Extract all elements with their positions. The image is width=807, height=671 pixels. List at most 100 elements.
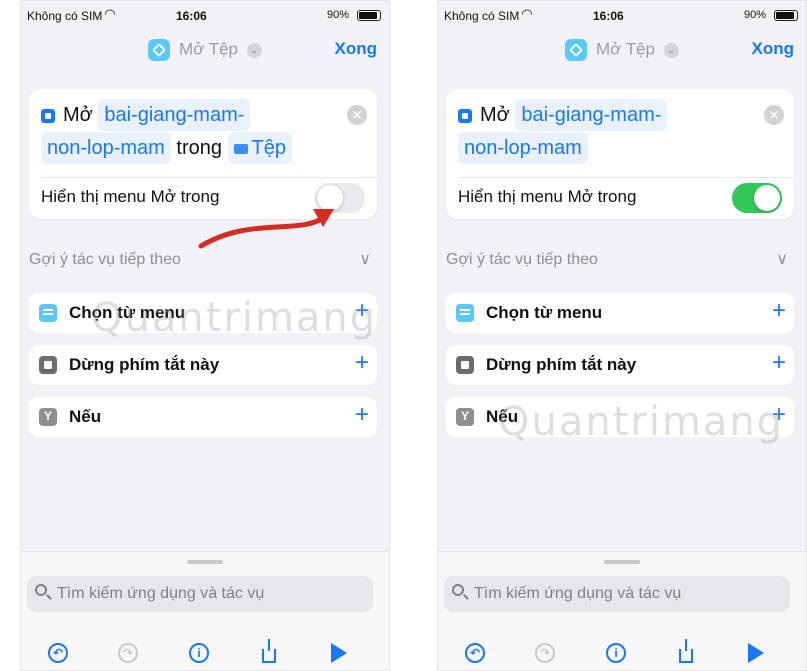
editor-toolbar: ↶ ↷ i <box>21 638 389 668</box>
clear-parameter-button[interactable]: ✕ <box>764 105 784 125</box>
wifi-icon: ◠ <box>105 6 115 21</box>
shortcut-app-icon <box>148 39 171 61</box>
watermark-logo: Quantrimang <box>498 399 785 445</box>
status-bar: Không có SIM ◠ 16:06 90% <box>21 1 389 29</box>
battery-icon <box>774 10 798 21</box>
chevron-down-icon: ∨ <box>776 251 788 268</box>
action-connector: trong <box>176 137 222 159</box>
suggestions-header[interactable]: Gợi ý tác vụ tiếp theo ∨ <box>446 251 788 269</box>
watermark-logo: Quantrimang <box>91 295 378 341</box>
phone-screen-after: Không có SIM ◠ 16:06 90% Mở Tệp ⌄ Xong M… <box>437 0 807 671</box>
carrier-label: Không có SIM <box>27 9 103 23</box>
info-button[interactable]: i <box>601 638 631 668</box>
battery-percent: 90% <box>743 9 766 21</box>
action-line-2: non-lop-mam <box>458 132 754 164</box>
undo-icon: ↶ <box>465 642 485 663</box>
suggestion-if[interactable]: Nếu + <box>29 397 377 437</box>
suggestion-label: Nếu <box>69 407 102 426</box>
search-placeholder: Tìm kiếm ứng dụng và tác vụ <box>474 585 682 602</box>
info-button[interactable]: i <box>184 638 214 668</box>
clock: 16:06 <box>176 9 207 23</box>
undo-button[interactable]: ↶ <box>460 638 490 668</box>
sheet-grabber[interactable] <box>187 560 223 564</box>
search-placeholder: Tìm kiếm ứng dụng và tác vụ <box>57 585 265 602</box>
action-line-1: Mở bai-giang-mam- <box>458 99 754 131</box>
suggestion-choose-from-menu[interactable]: Chọn từ menu + <box>446 293 794 333</box>
share-button[interactable] <box>671 638 701 668</box>
battery-percent: 90% <box>326 9 349 21</box>
file-parameter-continued[interactable]: non-lop-mam <box>41 132 171 164</box>
action-line-2: non-lop-mam trong Tệp <box>41 132 337 164</box>
phone-screen-before: Không có SIM ◠ 16:06 90% Mở Tệp ⌄ Xong M… <box>20 0 390 671</box>
toggle-knob <box>754 185 780 211</box>
bottom-sheet: Tìm kiếm ứng dụng và tác vụ ↶ ↷ i <box>438 551 806 670</box>
navigation-bar: Mở Tệp ⌄ Xong <box>21 29 389 73</box>
clear-parameter-button[interactable]: ✕ <box>347 105 367 125</box>
stop-icon <box>456 356 474 374</box>
if-icon <box>456 408 474 426</box>
wifi-icon: ◠ <box>522 6 532 21</box>
editor-toolbar: ↶ ↷ i <box>438 638 806 668</box>
show-open-in-menu-row: Hiển thị menu Mở trong <box>458 181 782 215</box>
play-icon <box>748 642 764 663</box>
if-icon <box>39 408 57 426</box>
chevron-down-icon: ∨ <box>359 251 371 268</box>
add-icon[interactable]: + <box>772 297 786 325</box>
shortcut-title-text: Mở Tệp <box>595 39 656 59</box>
divider <box>458 177 794 178</box>
search-icon <box>35 584 47 596</box>
battery-icon <box>357 10 381 21</box>
shortcut-app-icon <box>565 39 588 61</box>
open-action-icon <box>458 108 472 123</box>
share-button[interactable] <box>254 638 284 668</box>
play-icon <box>331 642 347 663</box>
chevron-down-icon: ⌄ <box>246 42 262 58</box>
sheet-grabber[interactable] <box>604 560 640 564</box>
undo-button[interactable]: ↶ <box>43 638 73 668</box>
suggestion-label: Chọn từ menu <box>486 303 603 322</box>
file-parameter[interactable]: bai-giang-mam- <box>515 99 668 131</box>
file-parameter[interactable]: bai-giang-mam- <box>98 99 251 131</box>
divider <box>41 177 377 178</box>
shortcut-title-text: Mở Tệp <box>178 39 239 59</box>
add-icon[interactable]: + <box>355 401 369 429</box>
bottom-sheet: Tìm kiếm ứng dụng và tác vụ ↶ ↷ i <box>21 551 389 670</box>
suggestion-label: Dừng phím tắt này <box>486 355 637 374</box>
share-icon <box>679 638 693 663</box>
toggle-label: Hiển thị menu Mở trong <box>458 187 637 206</box>
show-open-in-toggle[interactable] <box>732 183 782 213</box>
open-action-icon <box>41 108 55 123</box>
suggestions-header[interactable]: Gợi ý tác vụ tiếp theo ∨ <box>29 251 371 269</box>
suggestions-header-label: Gợi ý tác vụ tiếp theo <box>446 251 598 268</box>
redo-icon: ↷ <box>118 642 138 663</box>
action-verb: Mở <box>63 104 93 126</box>
suggestions-header-label: Gợi ý tác vụ tiếp theo <box>29 251 181 268</box>
done-button[interactable]: Xong <box>752 39 795 59</box>
open-file-action-card: Mở bai-giang-mam- non-lop-mam ✕ Hiển thị… <box>446 89 794 219</box>
add-icon[interactable]: + <box>772 349 786 377</box>
navigation-bar: Mở Tệp ⌄ Xong <box>438 29 806 73</box>
action-line-1: Mở bai-giang-mam- <box>41 99 337 131</box>
search-input[interactable]: Tìm kiếm ứng dụng và tác vụ <box>444 576 790 612</box>
menu-icon <box>456 304 474 322</box>
share-icon <box>262 638 276 663</box>
clock: 16:06 <box>593 9 624 23</box>
carrier-label: Không có SIM <box>444 9 520 23</box>
suggestion-stop-shortcut[interactable]: Dừng phím tắt này + <box>29 345 377 385</box>
app-parameter[interactable]: Tệp <box>227 132 293 164</box>
redo-button[interactable]: ↷ <box>113 638 143 668</box>
info-icon: i <box>189 642 209 663</box>
status-bar: Không có SIM ◠ 16:06 90% <box>438 1 806 29</box>
redo-icon: ↷ <box>535 642 555 663</box>
action-verb: Mở <box>480 104 510 126</box>
run-button[interactable] <box>324 638 354 668</box>
add-icon[interactable]: + <box>355 349 369 377</box>
file-parameter-continued[interactable]: non-lop-mam <box>458 132 588 164</box>
info-icon: i <box>606 642 626 663</box>
redo-button[interactable]: ↷ <box>530 638 560 668</box>
search-input[interactable]: Tìm kiếm ứng dụng và tác vụ <box>27 576 373 612</box>
search-icon <box>452 584 464 596</box>
suggestion-stop-shortcut[interactable]: Dừng phím tắt này + <box>446 345 794 385</box>
run-button[interactable] <box>741 638 771 668</box>
done-button[interactable]: Xong <box>335 39 378 59</box>
